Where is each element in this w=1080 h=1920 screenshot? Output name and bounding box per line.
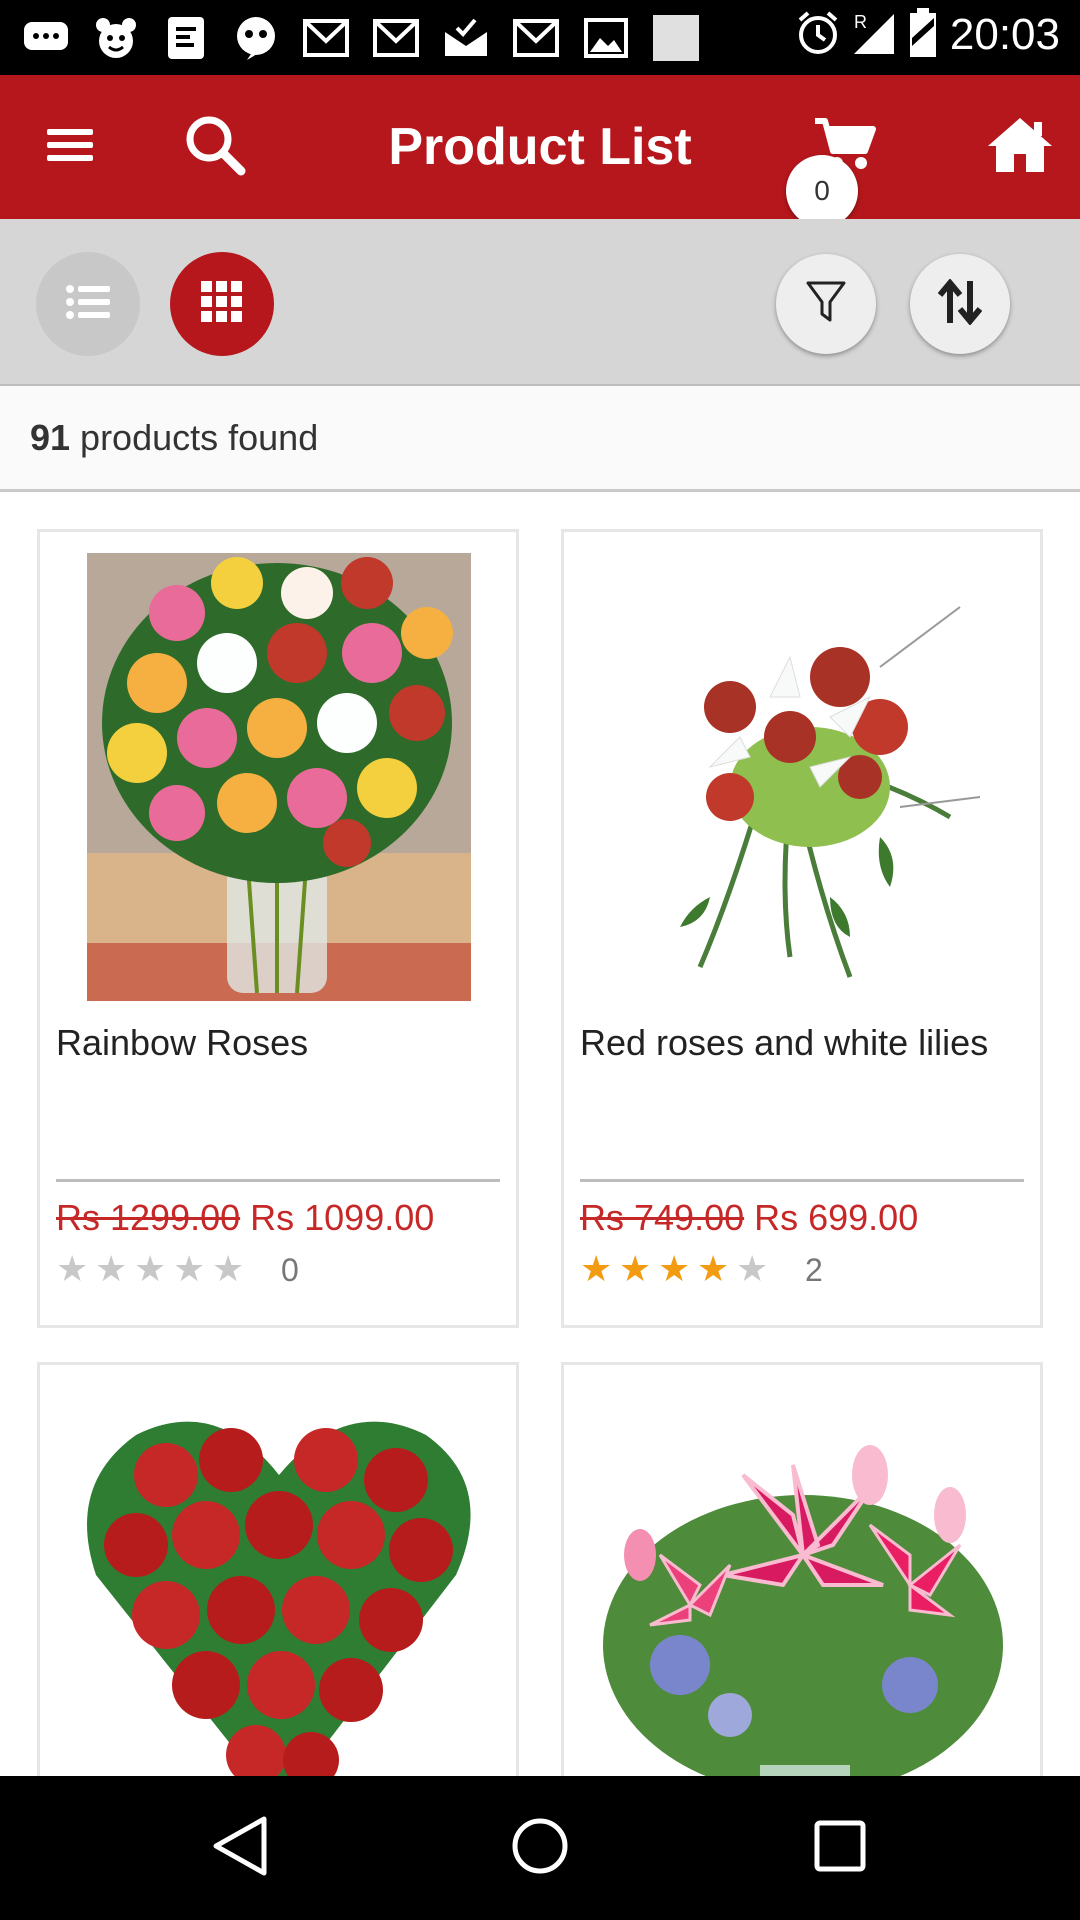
home-nav-button[interactable] [480, 1776, 600, 1920]
card-divider [580, 1179, 1024, 1182]
mail-check-icon [438, 10, 494, 66]
product-rating: ★ ★ ★ ★ ★ 0 [56, 1250, 299, 1290]
document-icon [158, 10, 214, 66]
menu-icon [47, 127, 93, 167]
card-divider [56, 1179, 500, 1182]
product-rating: ★ ★ ★ ★ ★ 2 [580, 1250, 823, 1290]
review-count: 2 [805, 1251, 823, 1288]
star-icon: ★ [619, 1249, 652, 1290]
recents-button[interactable] [780, 1776, 900, 1920]
search-button[interactable] [170, 75, 260, 219]
star-icon: ★ [580, 1249, 613, 1290]
recents-icon [813, 1819, 867, 1877]
back-icon [210, 1815, 270, 1881]
star-icon: ★ [697, 1249, 730, 1290]
page-title: Product List [388, 118, 692, 176]
alarm-icon [796, 10, 840, 60]
product-price: Rs 749.00 Rs 699.00 [580, 1197, 918, 1239]
home-button[interactable] [970, 75, 1070, 219]
product-name[interactable]: Rainbow Roses [56, 1022, 308, 1064]
search-icon [183, 113, 247, 181]
star-icon: ★ [173, 1249, 206, 1290]
star-icon: ★ [658, 1249, 691, 1290]
results-count-bar: 91 products found [0, 386, 1080, 492]
filter-icon [806, 280, 846, 328]
sale-price: Rs 1099.00 [250, 1197, 435, 1238]
filter-button[interactable] [776, 254, 876, 354]
gmail-icon [368, 10, 424, 66]
sort-button[interactable] [910, 254, 1010, 354]
sort-icon [937, 278, 983, 329]
star-icon: ★ [212, 1249, 245, 1290]
home-circle-icon [510, 1816, 570, 1880]
bear-icon [88, 10, 144, 66]
original-price: Rs 1299.00 [56, 1197, 241, 1238]
blank-square-icon [648, 10, 704, 66]
product-image-red-roses-white-lilies[interactable] [580, 552, 1026, 1002]
original-price: Rs 749.00 [580, 1197, 745, 1238]
view-toolbar [0, 219, 1080, 386]
battery-icon [908, 8, 938, 62]
list-view-button[interactable] [36, 252, 140, 356]
product-price: Rs 1299.00 Rs 1099.00 [56, 1197, 434, 1239]
list-view-icon [66, 284, 110, 324]
signal-icon: R [852, 10, 896, 60]
product-name[interactable]: Red roses and white lilies [580, 1022, 988, 1064]
status-time: 20:03 [949, 10, 1060, 59]
status-bar: R 20:03 [0, 0, 1080, 75]
system-nav-bar [0, 1776, 1080, 1920]
image-icon [578, 10, 634, 66]
sale-price: Rs 699.00 [754, 1197, 919, 1238]
product-image-rainbow-roses[interactable] [56, 552, 502, 1002]
gmail-icon [508, 10, 564, 66]
product-image-stargazer-lilies[interactable] [580, 1385, 1026, 1799]
review-count: 0 [281, 1251, 299, 1288]
notification-icons [18, 10, 704, 66]
app-bar: Product List 0 [0, 75, 1080, 227]
star-icon: ★ [56, 1249, 89, 1290]
status-right: R 20:03 [796, 8, 1060, 62]
product-card[interactable] [37, 1362, 519, 1802]
cart-count-badge: 0 [786, 155, 858, 227]
grid-view-icon [201, 281, 243, 327]
grid-view-button[interactable] [170, 252, 274, 356]
svg-text:R: R [854, 12, 867, 32]
home-icon [986, 116, 1054, 178]
star-icon: ★ [736, 1249, 769, 1290]
product-card[interactable]: Red roses and white lilies Rs 749.00 Rs 6… [561, 529, 1043, 1328]
product-card[interactable] [561, 1362, 1043, 1802]
product-card[interactable]: Rainbow Roses Rs 1299.00 Rs 1099.00 ★ ★ ★… [37, 529, 519, 1328]
chat-icon [18, 10, 74, 66]
star-icon: ★ [95, 1249, 128, 1290]
quote-icon [228, 10, 284, 66]
back-button[interactable] [180, 1776, 300, 1920]
product-image-heart-roses[interactable] [56, 1385, 502, 1799]
gmail-icon [298, 10, 354, 66]
results-count: 91 [30, 416, 71, 458]
results-label: products found [80, 416, 319, 458]
menu-button[interactable] [30, 75, 110, 219]
star-icon: ★ [134, 1249, 167, 1290]
